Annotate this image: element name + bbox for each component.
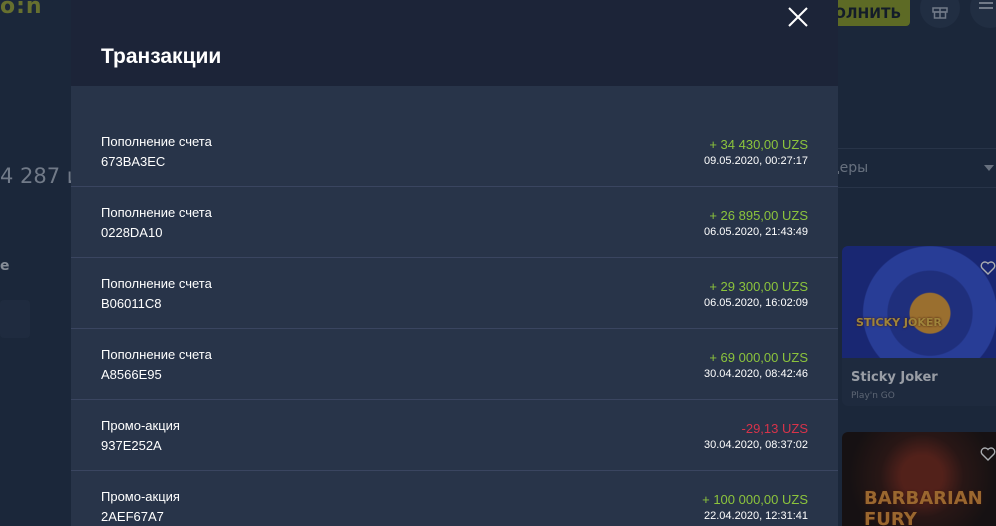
transaction-row: Промо-акция 2AEF67A7 + 100 000,00 UZS 22.04… <box>71 471 838 526</box>
transaction-type: Промо-акция <box>101 489 180 504</box>
transaction-row: Пополнение счета 0228DA10 + 26 895,00 UZS 0… <box>71 187 838 258</box>
transaction-id: 2AEF67A7 <box>101 509 164 524</box>
close-button[interactable] <box>787 6 809 28</box>
transaction-amount: + 100 000,00 UZS <box>702 492 808 507</box>
transaction-type: Пополнение счета <box>101 347 212 362</box>
transaction-id: A8566E95 <box>101 367 162 382</box>
transaction-date: 30.04.2020, 08:42:46 <box>704 368 808 380</box>
modal-header: Транзакции <box>71 0 838 86</box>
transaction-row: Пополнение счета A8566E95 + 69 000,00 UZS 3… <box>71 329 838 400</box>
transaction-id: 937E252A <box>101 438 162 453</box>
transaction-date: 09.05.2020, 00:27:17 <box>704 155 808 167</box>
transaction-type: Пополнение счета <box>101 134 212 149</box>
transaction-amount: + 29 300,00 UZS <box>709 279 808 294</box>
transaction-date: 30.04.2020, 08:37:02 <box>704 439 808 451</box>
transaction-date: 22.04.2020, 12:31:41 <box>704 510 808 522</box>
transaction-id: 673BA3EC <box>101 154 166 169</box>
transaction-row: Промо-акция 937E252A -29,13 UZS 30.04.2020,… <box>71 400 838 471</box>
transaction-amount: + 69 000,00 UZS <box>709 350 808 365</box>
transaction-type: Пополнение счета <box>101 276 212 291</box>
transaction-type: Пополнение счета <box>101 205 212 220</box>
transaction-id: 0228DA10 <box>101 225 163 240</box>
transaction-amount: + 34 430,00 UZS <box>709 137 808 152</box>
transaction-row: Пополнение счета B06011C8 + 29 300,00 UZS 0… <box>71 258 838 329</box>
transaction-id: B06011C8 <box>101 296 162 311</box>
transaction-row: Пополнение счета 673BA3EC + 34 430,00 UZS 0… <box>71 116 838 187</box>
transaction-amount: -29,13 UZS <box>741 421 808 436</box>
close-icon <box>788 7 808 27</box>
transaction-date: 06.05.2020, 16:02:09 <box>704 297 808 309</box>
transaction-amount: + 26 895,00 UZS <box>709 208 808 223</box>
transaction-date: 06.05.2020, 21:43:49 <box>704 226 808 238</box>
transaction-list: Пополнение счета 673BA3EC + 34 430,00 UZS 0… <box>71 116 838 526</box>
transactions-modal: Транзакции Пополнение счета 673BA3EC + 34 … <box>71 0 838 526</box>
modal-title: Транзакции <box>101 45 222 68</box>
transaction-type: Промо-акция <box>101 418 180 433</box>
